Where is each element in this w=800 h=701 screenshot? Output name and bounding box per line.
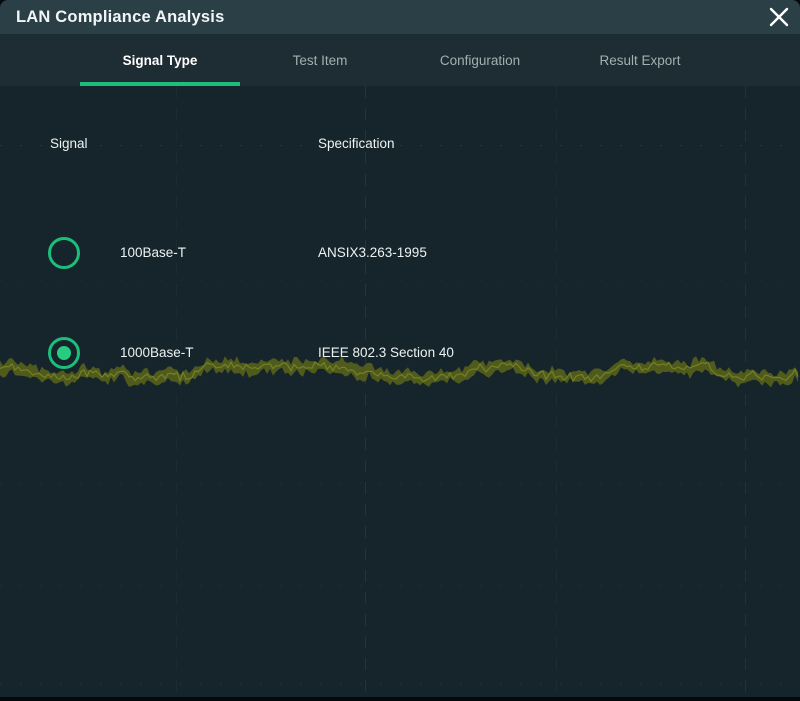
graticule-vline: [556, 86, 557, 697]
column-header-specification: Specification: [318, 136, 395, 151]
lan-compliance-dialog: LAN Compliance Analysis Signal Type Test…: [0, 0, 800, 697]
signal-label: 1000Base-T: [120, 337, 194, 369]
dialog-title: LAN Compliance Analysis: [16, 0, 224, 34]
tab-label: Test Item: [293, 53, 348, 68]
tab-test-item[interactable]: Test Item: [240, 34, 400, 86]
tab-row: Signal Type Test Item Configuration Resu…: [80, 34, 720, 86]
dialog-titlebar[interactable]: LAN Compliance Analysis: [0, 0, 800, 34]
close-icon: [768, 6, 790, 28]
graticule-hline: [0, 683, 800, 684]
tab-bar: Signal Type Test Item Configuration Resu…: [0, 34, 800, 86]
graticule-vline: [365, 86, 366, 697]
radio-button-100base-t[interactable]: [48, 237, 80, 269]
graticule-hline: [0, 280, 800, 281]
specification-label: IEEE 802.3 Section 40: [318, 337, 454, 369]
column-header-signal: Signal: [50, 136, 88, 151]
signal-row-100base-t[interactable]: 100Base-T ANSIX3.263-1995: [0, 237, 800, 269]
specification-label: ANSIX3.263-1995: [318, 237, 427, 269]
tab-result-export[interactable]: Result Export: [560, 34, 720, 86]
tab-signal-type[interactable]: Signal Type: [80, 34, 240, 86]
tab-configuration[interactable]: Configuration: [400, 34, 560, 86]
graticule-hline: [0, 585, 800, 586]
dialog-content: Signal Specification 100Base-T ANSIX3.26…: [0, 86, 800, 697]
radio-button-1000base-t[interactable]: [48, 337, 80, 369]
graticule-vline: [745, 86, 746, 697]
signal-row-1000base-t[interactable]: 1000Base-T IEEE 802.3 Section 40: [0, 337, 800, 369]
signal-label: 100Base-T: [120, 237, 186, 269]
tab-label: Result Export: [599, 53, 680, 68]
tab-label: Signal Type: [123, 53, 198, 68]
graticule-hline: [0, 145, 800, 146]
close-button[interactable]: [764, 3, 794, 31]
graticule-hline: [0, 483, 800, 484]
tab-label: Configuration: [440, 53, 520, 68]
graticule-vline: [176, 86, 177, 697]
